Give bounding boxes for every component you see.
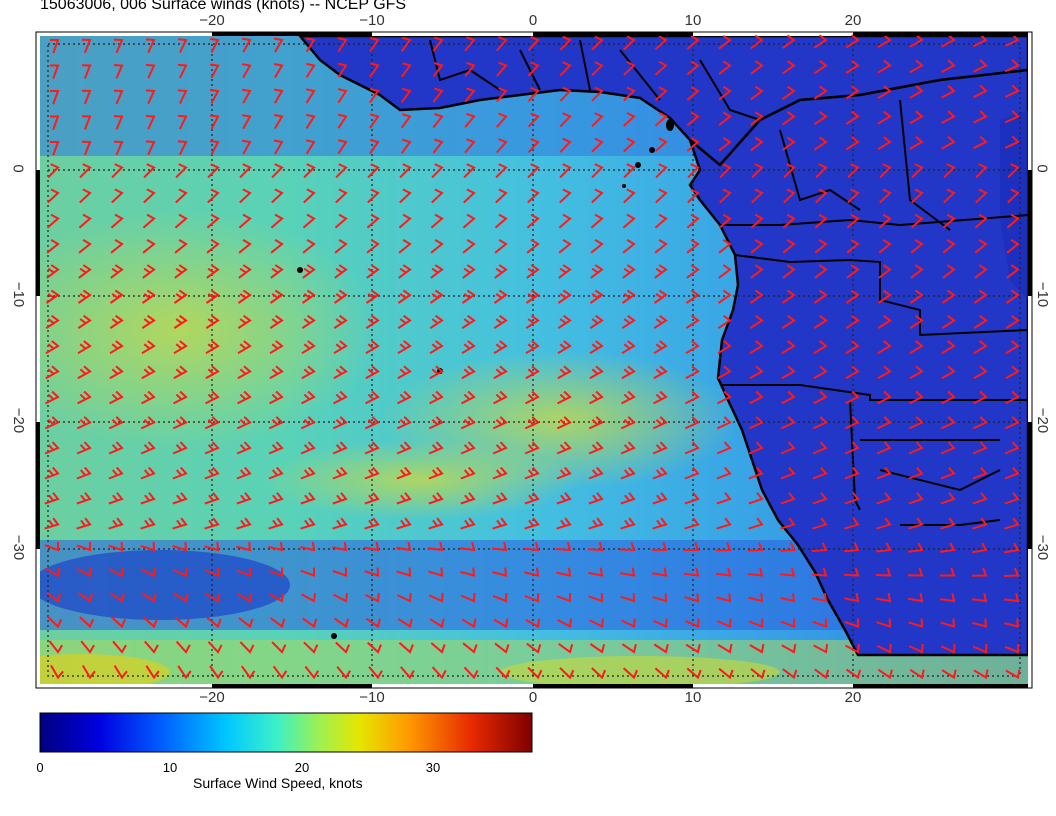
x-tick-top: −20	[199, 12, 225, 29]
x-tick-top: 10	[684, 12, 702, 29]
colorbar-tick: 20	[294, 760, 310, 775]
map-area	[40, 36, 1028, 684]
y-tick-right: −20	[1034, 407, 1052, 434]
y-tick-right: −10	[1034, 281, 1052, 308]
colorbar	[39, 712, 533, 753]
x-tick-top: −10	[359, 12, 385, 29]
x-tick-bottom: 20	[844, 689, 862, 706]
x-tick-bottom: 10	[684, 689, 702, 706]
x-tick-top: 20	[844, 12, 862, 29]
colorbar-label: Surface Wind Speed, knots	[193, 775, 363, 791]
y-tick-right: −30	[1034, 534, 1052, 561]
y-tick-right: 0	[1033, 164, 1051, 173]
y-tick-left: 0	[9, 164, 27, 173]
colorbar-tick: 30	[425, 760, 441, 775]
y-tick-left: −30	[10, 534, 28, 561]
colorbar-tick: 0	[36, 760, 44, 775]
x-tick-bottom: −20	[199, 689, 225, 706]
y-tick-left: −20	[10, 407, 28, 434]
colorbar-tick: 10	[162, 760, 178, 775]
x-tick-bottom: −10	[359, 689, 385, 706]
x-tick-top: 0	[528, 12, 538, 29]
y-tick-left: −10	[10, 281, 28, 308]
x-tick-bottom: 0	[528, 689, 538, 706]
